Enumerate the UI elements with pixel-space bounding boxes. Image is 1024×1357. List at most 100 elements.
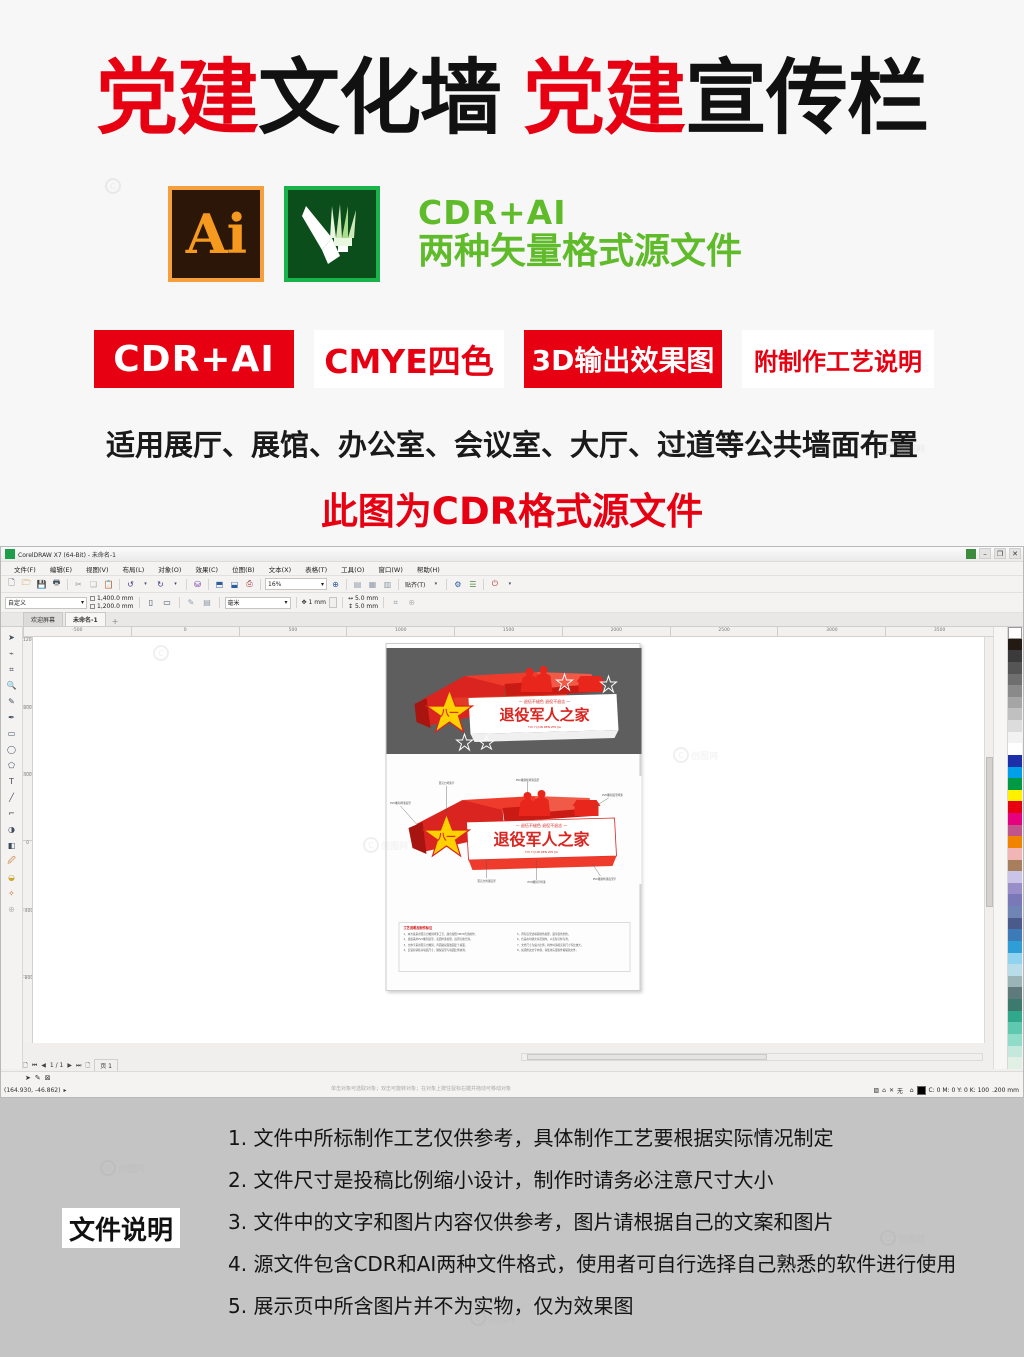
pick-tool-icon[interactable]: ➤ — [4, 631, 19, 644]
swatch-steel-blue[interactable] — [1008, 929, 1022, 941]
menu-view[interactable]: 视图(V) — [79, 564, 116, 574]
freehand-tool-icon[interactable]: ✎ — [4, 695, 19, 708]
rectangle-tool-icon[interactable]: ▭ — [4, 727, 19, 740]
paste-icon[interactable]: 📋 — [102, 578, 115, 591]
menu-layout[interactable]: 布局(L) — [116, 564, 152, 574]
swatch-pale-green[interactable] — [1008, 1057, 1022, 1069]
outline-status[interactable]: ⌂ C: 0 M: 0 Y: 0 K: 100 .200 mm — [910, 1086, 1019, 1095]
docker-panel[interactable] — [993, 627, 1007, 1069]
landscape-orientation-icon[interactable]: ▭ — [161, 596, 174, 609]
interactive-fill-icon[interactable]: ◒ — [4, 871, 19, 884]
next-page-icon[interactable]: ▶ — [67, 1062, 72, 1069]
parallel-dimension-icon[interactable]: ╱ — [4, 791, 19, 804]
swatch-yellow[interactable] — [1008, 789, 1022, 802]
current-page-only-icon[interactable]: ▤ — [201, 596, 214, 609]
swatch-red[interactable] — [1008, 801, 1022, 813]
swatch-violet[interactable] — [1008, 894, 1022, 906]
swatch-deep-teal[interactable] — [1008, 999, 1022, 1011]
swatch-pale-blue[interactable] — [1008, 952, 1022, 965]
show-grid-icon[interactable]: ▦ — [366, 578, 379, 591]
smart-drawing-icon[interactable]: ✧ — [4, 887, 19, 900]
artboard[interactable]: 八一 — 退伍不褪色 退役不退志 — 退役军人之家 TUI YI JUN REN… — [385, 643, 642, 991]
application-launcher-icon[interactable]: ⏻ — [488, 578, 501, 591]
chevron-down-icon[interactable]: ▾ — [503, 578, 516, 591]
artwork-preview-dark[interactable]: 八一 — 退伍不褪色 退役不退志 — 退役军人之家 TUI YI JUN REN… — [386, 648, 642, 754]
ellipse-tool-icon[interactable]: ◯ — [4, 743, 19, 756]
save-icon[interactable]: 💾 — [35, 578, 48, 591]
swatch-teal[interactable] — [1008, 1010, 1022, 1023]
add-page-icon[interactable]: 🗋 — [23, 1061, 28, 1071]
menu-text[interactable]: 文本(X) — [262, 564, 299, 574]
redo-icon[interactable]: ↻ — [154, 578, 167, 591]
previous-page-icon[interactable]: ◀ — [41, 1062, 46, 1069]
object-manager-icon[interactable]: ☰ — [466, 578, 479, 591]
vertical-scroll-thumb[interactable] — [986, 757, 993, 907]
coordinates-expand-icon[interactable]: ▸ — [63, 1087, 66, 1094]
print-icon[interactable]: 🖶 — [50, 578, 63, 591]
swatch-cyan[interactable] — [1008, 766, 1022, 779]
chevron-down-icon[interactable]: ▾ — [169, 578, 182, 591]
menu-tools[interactable]: 工具(O) — [334, 564, 371, 574]
duplicate-offset-h-field[interactable]: ↔ 5.0 mm — [348, 595, 378, 602]
drop-shadow-icon[interactable]: ◑ — [4, 823, 19, 836]
swatch-sky-blue[interactable] — [1008, 940, 1022, 953]
chevron-down-icon[interactable]: ▾ — [139, 578, 152, 591]
smart-fill-icon[interactable]: ✒ — [4, 711, 19, 724]
crop-tool-icon[interactable]: ⌗ — [4, 663, 19, 676]
snap-to-label[interactable]: 贴齐(T) — [403, 580, 427, 589]
swatch-green[interactable] — [1008, 778, 1022, 790]
swatch-gray-blue[interactable] — [1008, 975, 1022, 988]
color-palette[interactable] — [1007, 627, 1023, 1069]
swatch-magenta[interactable] — [1008, 813, 1022, 825]
close-button[interactable]: ✕ — [1009, 548, 1021, 559]
zoom-level-combobox[interactable]: 16% ▾ — [265, 578, 327, 590]
doc-tab-welcome-screen[interactable]: 欢迎屏幕 — [23, 612, 64, 626]
swatch-gray-70[interactable] — [1008, 661, 1022, 674]
swatch-brown[interactable] — [1008, 859, 1022, 872]
add-tool-icon[interactable]: ⊕ — [4, 903, 19, 916]
drawing-canvas[interactable]: 八一 — 退伍不褪色 退役不退志 — 退役军人之家 TUI YI JUN REN… — [33, 637, 993, 1043]
vertical-scrollbar[interactable] — [984, 637, 993, 1043]
search-content-icon[interactable]: ⛁ — [191, 578, 204, 591]
open-icon[interactable]: 🗁 — [20, 578, 33, 591]
transparency-tool-icon[interactable]: ◧ — [4, 839, 19, 852]
add-page-after-icon[interactable]: 🗋 — [85, 1061, 90, 1071]
import-icon[interactable]: ⬒ — [213, 578, 226, 591]
doc-tab-untitled-1[interactable]: 未命名-1 — [65, 612, 106, 626]
zoom-tool-icon[interactable]: 🔍 — [4, 679, 19, 692]
menu-bitmaps[interactable]: 位图(B) — [225, 564, 262, 574]
swatch-purple[interactable] — [1008, 882, 1022, 895]
swatch-navy[interactable] — [1008, 917, 1022, 930]
swatch-gray-10[interactable] — [1008, 731, 1022, 744]
swatch-white[interactable] — [1008, 743, 1022, 755]
duplicate-offset-v-field[interactable]: ↕ 5.0 mm — [348, 603, 378, 610]
swatch-aqua[interactable] — [1008, 1022, 1022, 1034]
swatch-no-color[interactable] — [1008, 627, 1022, 639]
show-rulers-icon[interactable]: ▤ — [351, 578, 364, 591]
chevron-down-icon[interactable]: ▾ — [284, 599, 287, 606]
fill-status[interactable]: ▨ ⌂ ✕ 无 — [873, 1086, 903, 1095]
swatch-pink[interactable] — [1008, 824, 1022, 837]
page-width-field[interactable]: 1,400.0 mm — [90, 595, 134, 602]
portrait-orientation-icon[interactable]: ▯ — [145, 596, 158, 609]
swatch-slate-blue[interactable] — [1008, 906, 1022, 918]
swatch-gray-20[interactable] — [1008, 720, 1022, 732]
page-preset-combobox[interactable]: 自定义 ▾ — [5, 596, 87, 609]
swatch-gray-60[interactable] — [1008, 673, 1022, 686]
menu-file[interactable]: 文件(F) — [7, 564, 43, 574]
swatch-gray-40[interactable] — [1008, 696, 1022, 709]
menu-effects[interactable]: 效果(C) — [188, 564, 225, 574]
swatch-mint[interactable] — [1008, 1033, 1022, 1046]
text-tool-icon[interactable]: T — [4, 775, 19, 788]
chevron-down-icon[interactable]: ▾ — [81, 599, 84, 606]
export-icon[interactable]: ⬓ — [228, 578, 241, 591]
process-notes-block[interactable]: 工艺说明及制作标注 1、本方案采用亚克力雕刻烤漆工艺，颜色按照CMYK色值制作。… — [398, 922, 631, 972]
color-eyedropper-icon[interactable]: 🖉 — [4, 855, 19, 868]
swatch-pale-mint[interactable] — [1008, 1045, 1022, 1058]
last-page-icon[interactable]: ⏭ — [76, 1062, 81, 1070]
swatch-lavender[interactable] — [1008, 871, 1022, 883]
swatch-gray-30[interactable] — [1008, 708, 1022, 720]
chevron-down-icon[interactable]: ▾ — [321, 581, 324, 588]
cut-icon[interactable]: ✂ — [72, 578, 85, 591]
menu-object[interactable]: 对象(O) — [151, 564, 188, 574]
